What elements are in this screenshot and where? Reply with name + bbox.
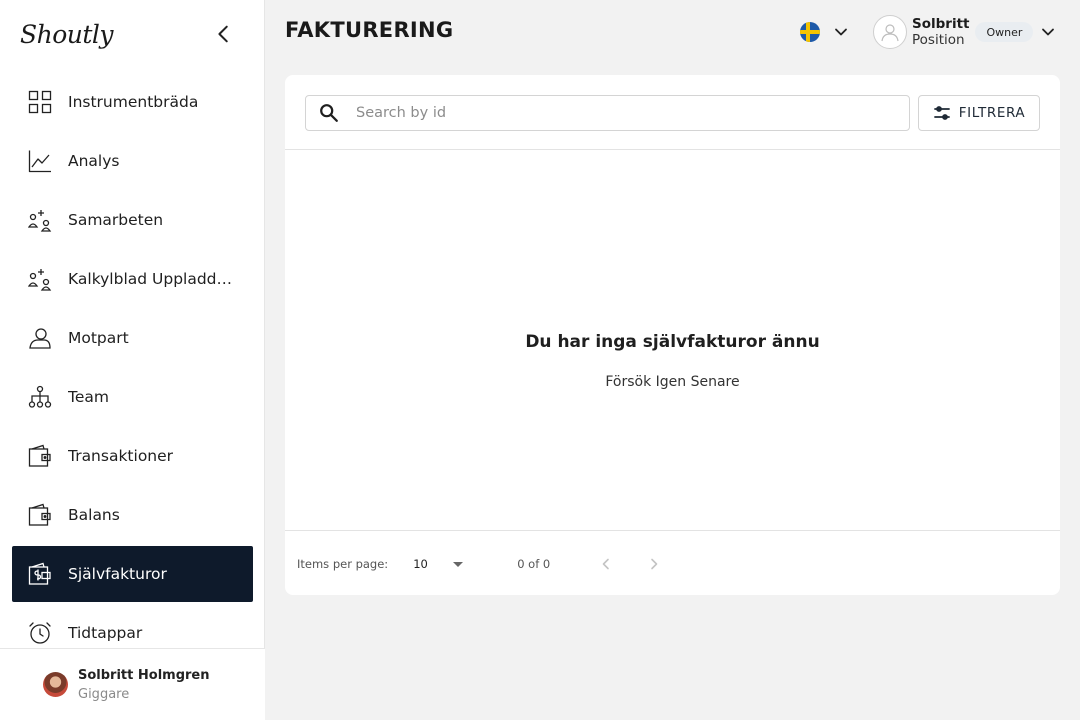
profile-info: Solbritt Position bbox=[912, 16, 969, 49]
paginator: Items per page: 10 0 of 0 bbox=[297, 555, 664, 573]
search-input[interactable] bbox=[356, 105, 886, 121]
sidebar-item-instrumentbrada[interactable]: Instrumentbräda bbox=[12, 74, 253, 130]
sidebar-item-sjalvfakturor[interactable]: Självfakturor bbox=[12, 546, 253, 602]
clock-icon bbox=[28, 621, 52, 645]
sweden-flag-icon bbox=[800, 22, 820, 42]
role-badge: Owner bbox=[975, 22, 1034, 42]
user-info: Solbritt Holmgren Giggare bbox=[78, 668, 209, 702]
sidebar-item-label: Motpart bbox=[68, 329, 129, 347]
items-per-page-value: 10 bbox=[413, 557, 428, 571]
chevron-left-icon bbox=[218, 25, 228, 43]
people-add-icon bbox=[28, 208, 52, 232]
filter-label: FILTRERA bbox=[958, 105, 1026, 121]
sidebar-item-balans[interactable]: Balans bbox=[12, 487, 253, 543]
language-select[interactable] bbox=[800, 22, 848, 42]
sidebar-item-label: Kalkylblad Uppladdning bbox=[68, 270, 233, 288]
sidebar-user-card[interactable]: Solbritt Holmgren Giggare bbox=[0, 648, 265, 720]
hierarchy-icon bbox=[28, 385, 52, 409]
sidebar-item-label: Balans bbox=[68, 506, 120, 524]
sliders-icon bbox=[933, 106, 950, 120]
wallet-icon bbox=[28, 444, 52, 468]
user-name: Solbritt Holmgren bbox=[78, 667, 210, 683]
sidebar-item-samarbeten[interactable]: Samarbeten bbox=[12, 192, 253, 248]
sidebar-header: Shoutly bbox=[0, 0, 264, 68]
invoice-dollar-icon bbox=[28, 562, 52, 586]
chevron-down-icon bbox=[835, 28, 847, 36]
topbar: FAKTURERING Solbritt Position Owner bbox=[265, 0, 1080, 68]
chart-line-icon bbox=[28, 149, 52, 173]
divider bbox=[285, 149, 1060, 150]
user-role: Giggare bbox=[78, 686, 130, 702]
next-page-button[interactable] bbox=[644, 554, 664, 574]
sidebar-item-label: Instrumentbräda bbox=[68, 93, 199, 111]
chevron-right-icon bbox=[651, 558, 658, 570]
sidebar-item-label: Analys bbox=[68, 152, 120, 170]
sidebar-item-transaktioner[interactable]: Transaktioner bbox=[12, 428, 253, 484]
sidebar-item-kalkylblad[interactable]: Kalkylblad Uppladdning bbox=[12, 251, 253, 307]
previous-page-button[interactable] bbox=[596, 554, 616, 574]
page-range: 0 of 0 bbox=[517, 557, 551, 571]
sidebar-item-motpart[interactable]: Motpart bbox=[12, 310, 253, 366]
shoutly-logo[interactable]: Shoutly bbox=[20, 20, 114, 49]
profile-avatar-icon bbox=[873, 15, 907, 49]
items-per-page-label: Items per page: bbox=[297, 557, 389, 571]
sidebar-item-label: Transaktioner bbox=[68, 447, 174, 465]
page-title: FAKTURERING bbox=[285, 18, 454, 42]
sidebar-item-label: Självfakturor bbox=[68, 565, 167, 583]
person-icon bbox=[28, 326, 52, 350]
search-icon bbox=[320, 104, 338, 122]
collapse-sidebar-button[interactable] bbox=[212, 22, 236, 46]
avatar bbox=[43, 672, 68, 697]
sidebar-item-analys[interactable]: Analys bbox=[12, 133, 253, 189]
search-box bbox=[305, 95, 910, 131]
wallet-icon bbox=[28, 503, 52, 527]
items-per-page-select[interactable]: 10 bbox=[413, 557, 473, 571]
sidebar-item-label: Samarbeten bbox=[68, 211, 164, 229]
empty-state-subtitle: Försök Igen Senare bbox=[605, 374, 740, 390]
sidebar-item-label: Team bbox=[68, 388, 109, 406]
dashboard-icon bbox=[28, 90, 52, 114]
profile-position: Position bbox=[912, 31, 965, 48]
sidebar-item-team[interactable]: Team bbox=[12, 369, 253, 425]
chevron-down-icon bbox=[1042, 28, 1055, 36]
empty-state-title: Du har inga självfakturor ännu bbox=[525, 332, 820, 352]
people-add-icon bbox=[28, 267, 52, 291]
profile-name: Solbritt bbox=[912, 15, 970, 32]
sidebar-item-label: Tidtappar bbox=[68, 624, 143, 642]
profile-menu[interactable]: Solbritt Position Owner bbox=[873, 15, 1055, 49]
sidebar: Shoutly Instrumentbräda Analys Samarbete… bbox=[0, 0, 265, 720]
caret-down-icon bbox=[453, 561, 464, 567]
invoices-card: FILTRERA Du har inga självfakturor ännu … bbox=[285, 75, 1060, 595]
filter-button[interactable]: FILTRERA bbox=[918, 95, 1040, 131]
divider bbox=[285, 530, 1060, 531]
chevron-left-icon bbox=[602, 558, 610, 570]
sidebar-nav: Instrumentbräda Analys Samarbeten Kalkyl… bbox=[12, 74, 253, 664]
